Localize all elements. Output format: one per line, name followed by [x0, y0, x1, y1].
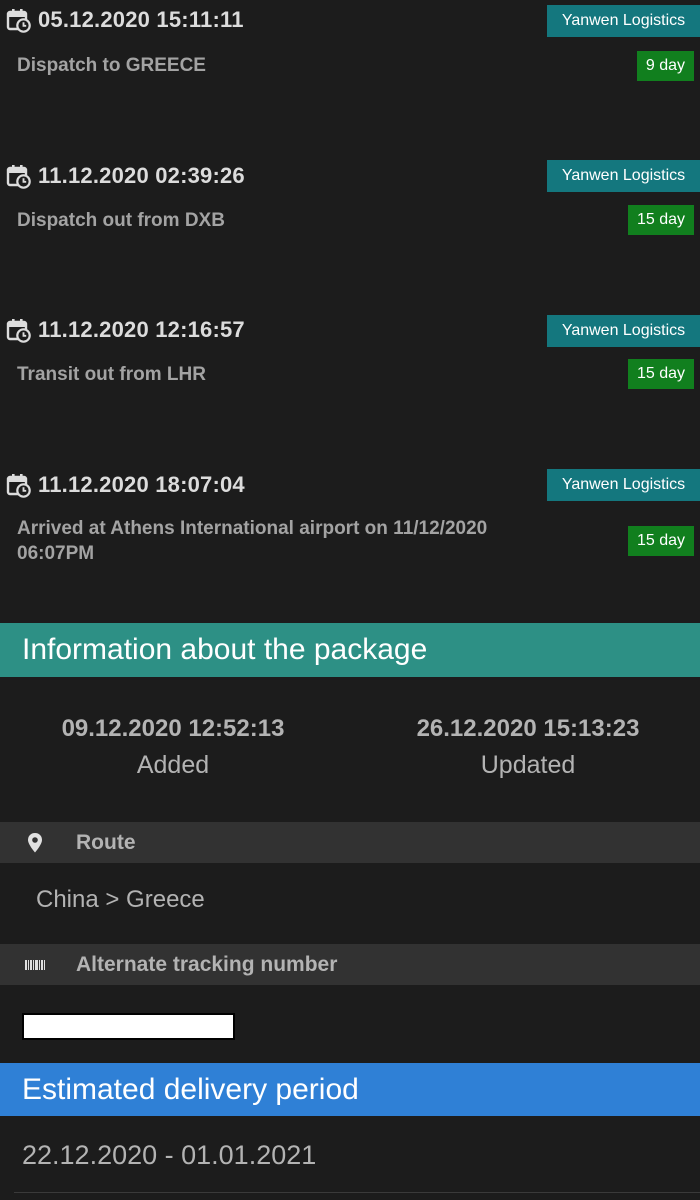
event-date: 05.12.2020 15:11:11 [38, 7, 244, 32]
route-value: China > Greece [36, 886, 205, 913]
calendar-clock-icon [6, 163, 32, 189]
event-header: 11.12.2020 18:07:04 [6, 465, 245, 505]
event-header: 11.12.2020 12:16:57 [6, 310, 245, 350]
event-date: 11.12.2020 12:16:57 [38, 317, 245, 342]
added-date: 09.12.2020 12:52:13 [61, 715, 285, 742]
event-header: 11.12.2020 02:39:26 [6, 156, 245, 196]
calendar-clock-icon [6, 472, 32, 498]
alternate-tracking-header: Alternate tracking number [0, 944, 700, 985]
event-description: Dispatch out from DXB [17, 210, 225, 231]
event-description: Arrived at Athens International airport … [17, 518, 488, 564]
alternate-tracking-label: Alternate tracking number [76, 952, 338, 976]
carrier-badge: Yanwen Logistics [547, 469, 700, 501]
package-info-header: Information about the package [0, 623, 700, 677]
estimated-delivery-header: Estimated delivery period [0, 1063, 700, 1116]
updated-label: Updated [480, 751, 576, 779]
carrier-badge: Yanwen Logistics [547, 315, 700, 347]
days-badge: 9 day [636, 51, 694, 81]
days-badge: 15 day [627, 205, 694, 235]
added-label: Added [136, 751, 210, 779]
calendar-clock-icon [6, 317, 32, 343]
added-stat: 09.12.2020 12:52:13 Added [23, 715, 323, 780]
divider [14, 1192, 700, 1193]
event-header: 05.12.2020 15:11:11 [6, 0, 244, 40]
event-description: Transit out from LHR [17, 364, 206, 385]
updated-date: 26.12.2020 15:13:23 [416, 715, 640, 742]
updated-stat: 26.12.2020 15:13:23 Updated [378, 715, 678, 780]
event-date: 11.12.2020 02:39:26 [38, 163, 245, 188]
alternate-tracking-value-redacted [22, 1013, 235, 1040]
event-date: 11.12.2020 18:07:04 [38, 472, 245, 497]
route-label: Route [76, 830, 136, 854]
route-header: Route [0, 822, 700, 863]
carrier-badge: Yanwen Logistics [547, 5, 700, 37]
calendar-clock-icon [6, 7, 32, 33]
event-description: Dispatch to GREECE [17, 55, 206, 76]
map-pin-icon [25, 832, 45, 854]
barcode-icon [25, 954, 45, 976]
estimated-delivery-value: 22.12.2020 - 01.01.2021 [22, 1140, 317, 1170]
days-badge: 15 day [627, 359, 694, 389]
days-badge: 15 day [627, 526, 694, 556]
carrier-badge: Yanwen Logistics [547, 160, 700, 192]
